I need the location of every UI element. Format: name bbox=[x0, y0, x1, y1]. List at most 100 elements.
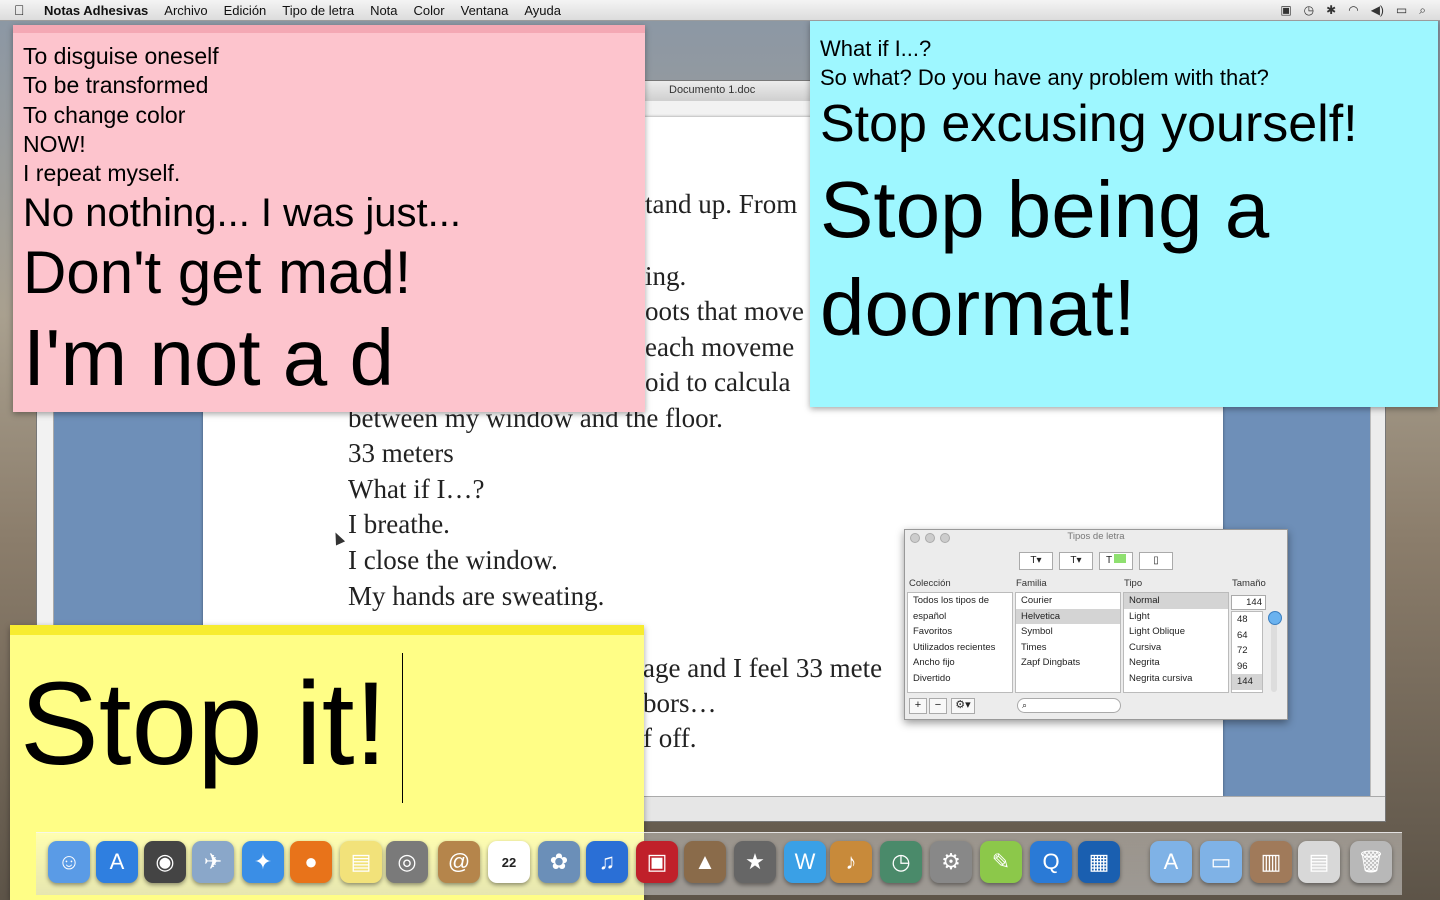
volume-icon[interactable]: ◀) bbox=[1371, 3, 1384, 17]
remove-collection-button[interactable]: − bbox=[929, 698, 947, 714]
menu-color[interactable]: Color bbox=[414, 3, 445, 18]
stickies-icon[interactable]: ▤ bbox=[340, 841, 382, 883]
typeface-header: Tipo bbox=[1124, 578, 1143, 589]
text-caret bbox=[402, 653, 403, 803]
strikethrough-tool-button[interactable]: T▾ bbox=[1059, 552, 1093, 570]
sticky-note-pink[interactable]: To disguise oneself To be transformed To… bbox=[13, 25, 645, 412]
document-line: My hands are sweating. bbox=[348, 581, 605, 611]
firefox-icon[interactable]: ● bbox=[290, 841, 332, 883]
document-line: I close the window. bbox=[348, 545, 558, 575]
sticky-line: Stop being a bbox=[820, 165, 1270, 254]
sticky-line: No nothing... I was just... bbox=[23, 191, 461, 235]
sticky-line: Don't get mad! bbox=[23, 239, 412, 306]
list-item[interactable]: 96 bbox=[1232, 659, 1262, 675]
spotlight-search-icon[interactable]: ⌕ bbox=[1419, 3, 1426, 18]
typeface-list[interactable]: Normal Light Light Oblique Cursiva Negri… bbox=[1123, 592, 1229, 693]
sticky-line: To disguise oneself bbox=[23, 43, 219, 69]
time-machine-menu-icon[interactable]: ◷ bbox=[1304, 3, 1314, 17]
list-item[interactable]: Symbol bbox=[1016, 624, 1120, 640]
list-item[interactable]: Favoritos bbox=[908, 624, 1012, 640]
garageband-icon[interactable]: ♪ bbox=[830, 841, 872, 883]
apple-icon[interactable]:  bbox=[14, 2, 32, 18]
sticky-line: NOW! bbox=[23, 131, 86, 157]
size-slider[interactable] bbox=[1268, 611, 1282, 692]
screen-recorder-icon[interactable]: ▦ bbox=[1078, 841, 1120, 883]
list-item[interactable]: Divertido bbox=[908, 671, 1012, 687]
iphoto-icon[interactable]: ✿ bbox=[538, 841, 580, 883]
time-machine-icon[interactable]: ◷ bbox=[880, 841, 922, 883]
menu-ventana[interactable]: Ventana bbox=[461, 3, 509, 18]
trash-icon[interactable]: 🗑 bbox=[1350, 841, 1392, 883]
applications-folder-icon[interactable]: A bbox=[1150, 841, 1192, 883]
battery-icon[interactable]: ▭ bbox=[1396, 3, 1407, 17]
size-slider-knob[interactable] bbox=[1268, 611, 1282, 625]
quicktime-icon[interactable]: Q bbox=[1030, 841, 1072, 883]
document-line: I breathe. bbox=[348, 509, 450, 539]
list-item[interactable]: Courier bbox=[1016, 593, 1120, 609]
size-input[interactable]: 144 bbox=[1231, 595, 1266, 610]
document-line: ing. bbox=[645, 261, 687, 291]
font-panel[interactable]: Tipos de letra T▾ T▾ T ▯ Colección Famil… bbox=[904, 529, 1288, 720]
document-color-button[interactable]: ▯ bbox=[1139, 552, 1173, 570]
menu-app-name[interactable]: Notas Adhesivas bbox=[44, 3, 148, 18]
gear-icon[interactable]: ⚙▾ bbox=[951, 698, 975, 714]
list-item[interactable]: Negrita cursiva bbox=[1124, 671, 1228, 687]
documents-folder-icon[interactable]: ▭ bbox=[1200, 841, 1242, 883]
list-item[interactable]: Negrita bbox=[1124, 655, 1228, 671]
list-item[interactable]: 72 bbox=[1232, 643, 1262, 659]
list-item-selected[interactable]: 144 bbox=[1232, 674, 1262, 690]
app-store-icon[interactable]: A bbox=[96, 841, 138, 883]
downloads-stack-icon[interactable]: ▥ bbox=[1250, 841, 1292, 883]
safari-icon[interactable]: ✦ bbox=[242, 841, 284, 883]
search-input[interactable]: ⌕ bbox=[1017, 698, 1121, 713]
image-capture-icon[interactable]: ▲ bbox=[684, 841, 726, 883]
list-item[interactable]: Zapf Dingbats bbox=[1016, 655, 1120, 671]
menu-nota[interactable]: Nota bbox=[370, 3, 397, 18]
address-book-icon[interactable]: @ bbox=[438, 841, 480, 883]
menu-edicion[interactable]: Edición bbox=[224, 3, 267, 18]
list-item[interactable]: Utilizados recientes bbox=[908, 640, 1012, 656]
list-item[interactable]: Ancho fijo bbox=[908, 655, 1012, 671]
document-title: Documento 1.doc bbox=[669, 84, 756, 96]
finder-icon[interactable]: ☺ bbox=[48, 841, 90, 883]
sticky-line: So what? Do you have any problem with th… bbox=[820, 65, 1269, 90]
menu-archivo[interactable]: Archivo bbox=[164, 3, 207, 18]
sticky-line: doormat! bbox=[820, 263, 1136, 352]
list-item-selected[interactable]: Helvetica bbox=[1016, 608, 1120, 624]
dashboard-icon[interactable]: ◉ bbox=[144, 841, 186, 883]
family-list[interactable]: Courier Helvetica Symbol Times Zapf Ding… bbox=[1015, 592, 1121, 693]
ical-icon[interactable]: 22 bbox=[488, 841, 530, 883]
menu-tipo-de-letra[interactable]: Tipo de letra bbox=[282, 3, 354, 18]
add-collection-button[interactable]: + bbox=[909, 698, 927, 714]
size-list[interactable]: 48 64 72 96 144 bbox=[1231, 611, 1263, 693]
screen-recording-icon[interactable]: ▣ bbox=[1280, 3, 1291, 17]
underline-tool-button[interactable]: T▾ bbox=[1019, 552, 1053, 570]
sticky-note-blue[interactable]: What if I...? So what? Do you have any p… bbox=[810, 20, 1438, 407]
bluetooth-icon[interactable]: ✱ bbox=[1326, 3, 1336, 17]
wifi-icon[interactable]: ◠ bbox=[1348, 3, 1358, 17]
list-item[interactable]: 64 bbox=[1232, 628, 1262, 644]
collection-list[interactable]: Todos los tipos de español Favoritos Uti… bbox=[907, 592, 1013, 693]
imovie-icon[interactable]: ★ bbox=[734, 841, 776, 883]
photo-booth-icon[interactable]: ▣ bbox=[636, 841, 678, 883]
sticky-line: What if I...? bbox=[820, 36, 932, 61]
menu-ayuda[interactable]: Ayuda bbox=[524, 3, 561, 18]
list-item[interactable]: Cursiva bbox=[1124, 640, 1228, 656]
list-item[interactable]: Light bbox=[1124, 609, 1228, 625]
itunes-icon[interactable]: ♫ bbox=[586, 841, 628, 883]
text-color-button[interactable]: T bbox=[1099, 552, 1133, 570]
list-item[interactable]: español bbox=[908, 609, 1012, 625]
documents-stack-icon[interactable]: ▤ bbox=[1298, 841, 1340, 883]
sticky-line: I repeat myself. bbox=[23, 160, 181, 186]
list-item[interactable]: 48 bbox=[1232, 612, 1262, 628]
textedit-icon[interactable]: ✎ bbox=[980, 841, 1022, 883]
system-preferences-icon[interactable]: ⚙ bbox=[930, 841, 972, 883]
list-item[interactable]: Todos los tipos de bbox=[908, 593, 1012, 609]
list-item-selected[interactable]: Normal bbox=[1124, 593, 1228, 609]
list-item[interactable]: Times bbox=[1016, 640, 1120, 656]
iweb-icon[interactable]: W bbox=[784, 841, 826, 883]
font-panel-title: Tipos de letra bbox=[1067, 531, 1125, 542]
facetime-icon[interactable]: ◎ bbox=[386, 841, 428, 883]
preview-icon[interactable]: ✈ bbox=[192, 841, 234, 883]
list-item[interactable]: Light Oblique bbox=[1124, 624, 1228, 640]
